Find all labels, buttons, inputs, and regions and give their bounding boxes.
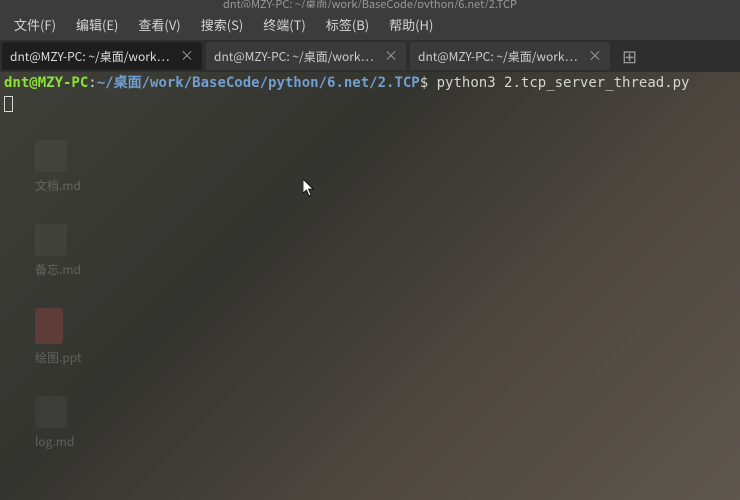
- terminal-tab[interactable]: dnt@MZY-PC: ~/桌面/work… ×: [206, 42, 406, 70]
- close-icon[interactable]: ×: [588, 46, 602, 66]
- menu-search[interactable]: 搜索(S): [191, 11, 254, 38]
- prompt-user-host: dnt@MZY-PC: [4, 75, 88, 91]
- menu-edit[interactable]: 编辑(E): [66, 11, 128, 38]
- menu-bar: 文件(F) 编辑(E) 查看(V) 搜索(S) 终端(T) 标签(B) 帮助(H…: [0, 8, 740, 40]
- terminal-content[interactable]: dnt@MZY-PC:~/桌面/work/BaseCode/python/6.n…: [0, 72, 740, 500]
- prompt-line: dnt@MZY-PC:~/桌面/work/BaseCode/python/6.n…: [4, 74, 736, 94]
- terminal-tab[interactable]: dnt@MZY-PC: ~/桌面/work… ×: [2, 42, 202, 70]
- window-title: dnt@MZY-PC: ~/桌面/work/BaseCode/python/6.…: [223, 0, 517, 8]
- prompt-command: python3 2.tcp_server_thread.py: [428, 75, 689, 91]
- tab-label: dnt@MZY-PC: ~/桌面/work…: [418, 48, 582, 65]
- menu-terminal[interactable]: 终端(T): [253, 11, 316, 38]
- menu-view[interactable]: 查看(V): [128, 11, 190, 38]
- close-icon[interactable]: ×: [384, 46, 398, 66]
- terminal-cursor: [4, 96, 13, 112]
- tab-label: dnt@MZY-PC: ~/桌面/work…: [214, 48, 378, 65]
- menu-file[interactable]: 文件(F): [4, 11, 66, 38]
- tab-bar: dnt@MZY-PC: ~/桌面/work… × dnt@MZY-PC: ~/桌…: [0, 40, 740, 72]
- close-icon[interactable]: ×: [180, 46, 194, 66]
- window-title-bar: dnt@MZY-PC: ~/桌面/work/BaseCode/python/6.…: [0, 0, 740, 8]
- add-tab-icon[interactable]: ⊞: [614, 43, 645, 69]
- menu-help[interactable]: 帮助(H): [379, 11, 443, 38]
- terminal-tab[interactable]: dnt@MZY-PC: ~/桌面/work… ×: [410, 42, 610, 70]
- prompt-separator: :: [88, 75, 96, 91]
- menu-tabs[interactable]: 标签(B): [316, 11, 379, 38]
- prompt-symbol: $: [420, 75, 428, 91]
- tab-label: dnt@MZY-PC: ~/桌面/work…: [10, 48, 174, 65]
- prompt-path: ~/桌面/work/BaseCode/python/6.net/2.TCP: [97, 75, 420, 91]
